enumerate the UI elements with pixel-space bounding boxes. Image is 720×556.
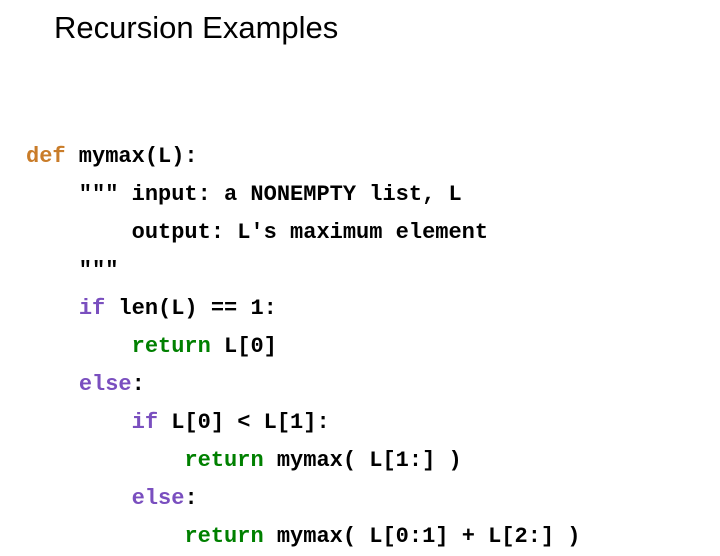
code-text: L[0] xyxy=(211,334,277,359)
code-line-9: return mymax( L[1:] ) xyxy=(26,448,462,473)
code-line-6: return L[0] xyxy=(26,334,277,359)
code-line-8: if L[0] < L[1]: xyxy=(26,410,330,435)
code-line-5: if len(L) == 1: xyxy=(26,296,277,321)
keyword-return: return xyxy=(132,334,211,359)
indent xyxy=(26,334,132,359)
indent xyxy=(26,410,132,435)
code-line-4: """ xyxy=(26,258,118,283)
indent xyxy=(26,524,184,549)
code-text: : xyxy=(184,486,197,511)
code-line-1: def mymax(L): xyxy=(26,144,198,169)
code-line-2: """ input: a NONEMPTY list, L xyxy=(26,182,462,207)
keyword-else: else xyxy=(79,372,132,397)
code-text: mymax( L[1:] ) xyxy=(264,448,462,473)
code-line-3: output: L's maximum element xyxy=(26,220,488,245)
code-text: mymax( L[0:1] + L[2:] ) xyxy=(264,524,581,549)
indent xyxy=(26,296,79,321)
code-text: L[0] < L[1]: xyxy=(158,410,330,435)
code-text: mymax(L): xyxy=(66,144,198,169)
slide: Recursion Examples def mymax(L): """ inp… xyxy=(0,0,720,540)
keyword-if: if xyxy=(132,410,158,435)
indent xyxy=(26,448,184,473)
code-line-11: return mymax( L[0:1] + L[2:] ) xyxy=(26,524,581,549)
keyword-return: return xyxy=(184,448,263,473)
code-text: : xyxy=(132,372,145,397)
indent xyxy=(26,372,79,397)
indent xyxy=(26,486,132,511)
code-block: def mymax(L): """ input: a NONEMPTY list… xyxy=(26,100,581,556)
keyword-def: def xyxy=(26,144,66,169)
keyword-else: else xyxy=(132,486,185,511)
slide-title: Recursion Examples xyxy=(54,10,338,46)
keyword-return: return xyxy=(184,524,263,549)
keyword-if: if xyxy=(79,296,105,321)
code-line-7: else: xyxy=(26,372,145,397)
code-line-10: else: xyxy=(26,486,198,511)
code-text: len(L) == 1: xyxy=(105,296,277,321)
